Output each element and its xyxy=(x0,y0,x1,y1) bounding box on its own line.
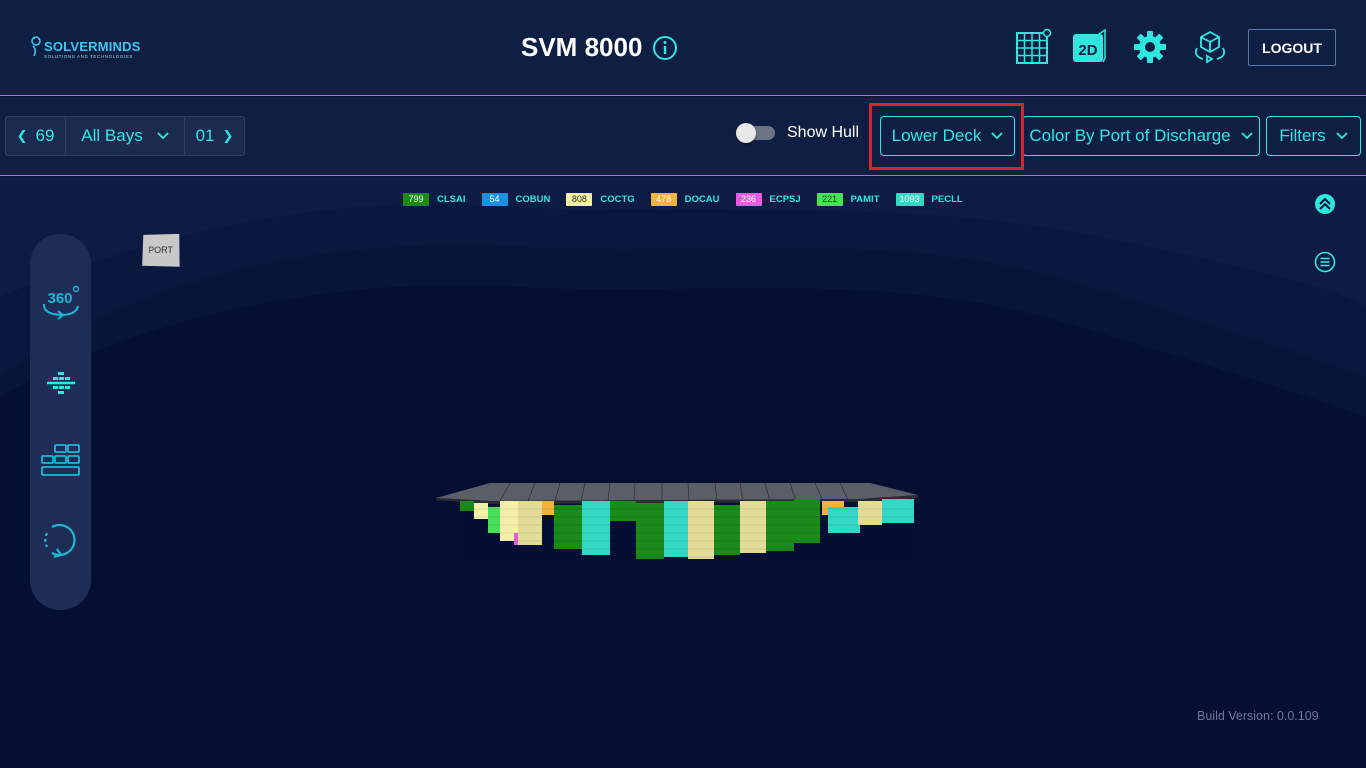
toggle-knob xyxy=(736,123,756,143)
logo-text: SOLVERMINDS xyxy=(44,39,141,54)
collapse-up-icon[interactable] xyxy=(1314,193,1336,215)
view-tools-panel: 360 xyxy=(30,234,91,610)
legend-item: 221 PAMIT xyxy=(816,192,880,206)
bay-select-label: All Bays xyxy=(81,126,143,145)
chevron-down-icon xyxy=(157,132,169,140)
legend-item: 808 COCTG xyxy=(566,192,635,206)
bay-split-icon[interactable] xyxy=(38,360,83,405)
highlight-box xyxy=(869,103,1024,170)
color-by-dropdown[interactable]: Color By Port of Discharge xyxy=(1022,116,1260,156)
logo-mark-icon xyxy=(31,36,41,57)
stack-blocks-icon[interactable] xyxy=(38,438,83,483)
prev-bay-button[interactable]: ❮ 69 xyxy=(5,116,66,156)
legend-count: 221 xyxy=(816,192,843,206)
port-legend: 799 CLSAI 54 COBUN 808 COCTG 478 DOCAU 236 ECPSJ 2… xyxy=(403,192,979,206)
chevron-left-icon: ❮ xyxy=(16,128,28,143)
chevron-right-icon: ❯ xyxy=(222,128,234,143)
page-title: SVM 8000 xyxy=(521,32,643,62)
chevron-down-icon xyxy=(1336,132,1348,140)
rotate-360-icon[interactable]: 360 xyxy=(38,279,83,324)
prev-bay-label: 69 xyxy=(35,126,55,145)
legend-item: 478 DOCAU xyxy=(650,192,720,206)
legend-code: DOCAU xyxy=(684,193,720,205)
logo-subtext: SOLUTIONS AND TECHNOLOGIES xyxy=(44,54,134,59)
next-bay-button[interactable]: 01 ❯ xyxy=(184,116,245,156)
show-hull-toggle[interactable] xyxy=(736,123,775,143)
legend-count: 808 xyxy=(566,192,593,206)
legend-code: COBUN xyxy=(515,193,551,205)
build-version: Build Version: 0.0.109 xyxy=(1197,709,1319,723)
reset-rotation-icon[interactable] xyxy=(38,517,83,562)
filters-dropdown[interactable]: Filters xyxy=(1266,116,1361,156)
show-hull-toggle-group: Show Hull xyxy=(736,122,860,144)
2d-view-icon[interactable]: 2D xyxy=(1071,28,1109,66)
ship-3d-model[interactable] xyxy=(430,477,930,567)
bay-select-dropdown[interactable]: All Bays xyxy=(65,116,185,156)
legend-item: 1093 PECLL xyxy=(895,192,963,206)
filters-label: Filters xyxy=(1279,126,1326,145)
legend-count: 236 xyxy=(735,192,762,206)
menu-list-icon[interactable] xyxy=(1314,251,1336,273)
background-waves xyxy=(0,177,1366,417)
solverminds-logo[interactable]: SOLVERMINDS SOLUTIONS AND TECHNOLOGIES xyxy=(30,34,170,62)
legend-code: CLSAI xyxy=(437,193,466,205)
legend-count: 1093 xyxy=(895,192,924,206)
chevron-down-icon xyxy=(1240,132,1253,140)
legend-code: ECPSJ xyxy=(769,193,801,205)
cube-view-icon[interactable] xyxy=(1191,28,1229,66)
next-bay-label: 01 xyxy=(195,126,215,145)
legend-code: PECLL xyxy=(931,193,963,205)
port-orientation-cube[interactable]: PORT xyxy=(142,233,180,267)
show-hull-label: Show Hull xyxy=(787,124,860,141)
color-by-label: Color By Port of Discharge xyxy=(1029,126,1231,145)
legend-code: PAMIT xyxy=(850,193,880,205)
legend-count: 478 xyxy=(650,192,677,206)
grid-icon[interactable] xyxy=(1014,28,1052,66)
app-header: SOLVERMINDS SOLUTIONS AND TECHNOLOGIES S… xyxy=(0,0,1366,96)
legend-code: COCTG xyxy=(600,193,635,205)
legend-count: 799 xyxy=(403,192,429,206)
legend-count: 54 xyxy=(481,192,508,206)
info-icon[interactable] xyxy=(652,35,678,61)
legend-item: 799 CLSAI xyxy=(403,192,466,206)
gear-icon[interactable] xyxy=(1131,28,1169,66)
legend-item: 236 ECPSJ xyxy=(735,192,801,206)
3d-viewport[interactable]: 799 CLSAI 54 COBUN 808 COCTG 478 DOCAU 236 ECPSJ 2… xyxy=(0,177,1366,768)
rotate-360-label: 360 xyxy=(47,290,72,307)
toolbar: ❮ 69 All Bays 01 ❯ Show Hull Lower Deck … xyxy=(0,97,1366,176)
logout-button[interactable]: LOGOUT xyxy=(1248,29,1336,66)
2d-label: 2D xyxy=(1078,42,1097,59)
legend-item: 54 COBUN xyxy=(481,192,551,206)
